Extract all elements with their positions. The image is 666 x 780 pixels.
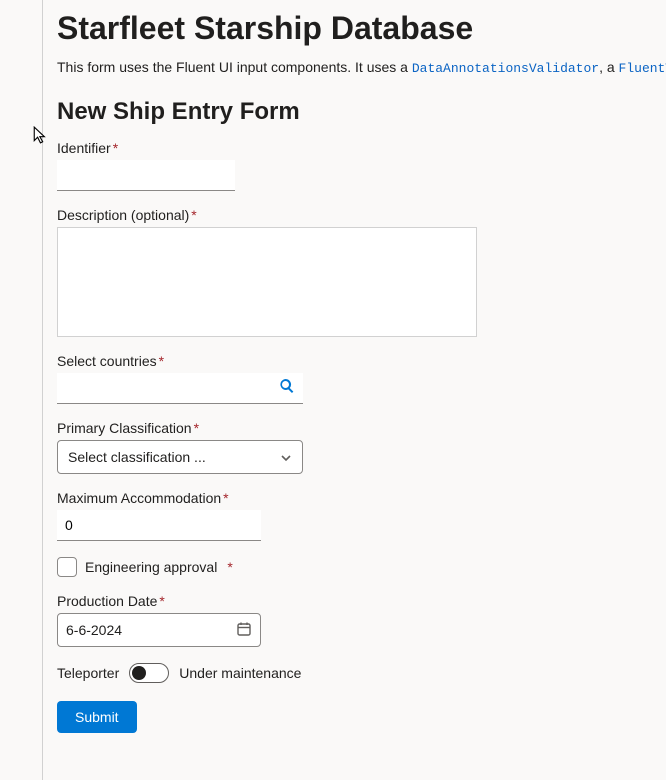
production-date-input[interactable]: 6-6-2024 xyxy=(57,613,261,647)
countries-input[interactable] xyxy=(65,380,279,396)
required-marker: * xyxy=(223,490,228,506)
countries-combobox[interactable] xyxy=(57,373,303,404)
intro-text: This form uses the Fluent UI input compo… xyxy=(57,59,666,76)
identifier-input[interactable] xyxy=(57,160,235,191)
required-marker: * xyxy=(227,559,232,575)
calendar-icon[interactable] xyxy=(236,621,252,640)
classification-select[interactable]: Select classification ... xyxy=(57,440,303,474)
approval-checkbox[interactable] xyxy=(57,557,77,577)
classification-selected: Select classification ... xyxy=(68,449,206,465)
description-input[interactable] xyxy=(57,227,477,337)
teleporter-label: Teleporter xyxy=(57,665,119,681)
classification-label: Primary Classification xyxy=(57,420,192,436)
required-marker: * xyxy=(159,593,164,609)
code-ref-1: DataAnnotationsValidator xyxy=(412,61,599,76)
required-marker: * xyxy=(191,207,196,223)
switch-knob xyxy=(132,666,146,680)
chevron-down-icon xyxy=(280,451,292,463)
production-date-value: 6-6-2024 xyxy=(66,622,122,638)
teleporter-switch[interactable] xyxy=(129,663,169,683)
teleporter-state: Under maintenance xyxy=(179,665,301,681)
identifier-label: Identifier xyxy=(57,140,111,156)
production-label: Production Date xyxy=(57,593,157,609)
page-title: Starfleet Starship Database xyxy=(57,10,666,47)
form-heading: New Ship Entry Form xyxy=(57,98,666,126)
required-marker: * xyxy=(194,420,199,436)
required-marker: * xyxy=(159,353,164,369)
search-icon[interactable] xyxy=(279,378,295,399)
submit-button[interactable]: Submit xyxy=(57,701,137,733)
description-label: Description (optional) xyxy=(57,207,189,223)
required-marker: * xyxy=(113,140,118,156)
accommodation-label: Maximum Accommodation xyxy=(57,490,221,506)
code-ref-2: FluentValida xyxy=(619,61,666,76)
countries-label: Select countries xyxy=(57,353,157,369)
approval-label: Engineering approval xyxy=(85,559,217,575)
accommodation-input[interactable] xyxy=(57,510,261,541)
